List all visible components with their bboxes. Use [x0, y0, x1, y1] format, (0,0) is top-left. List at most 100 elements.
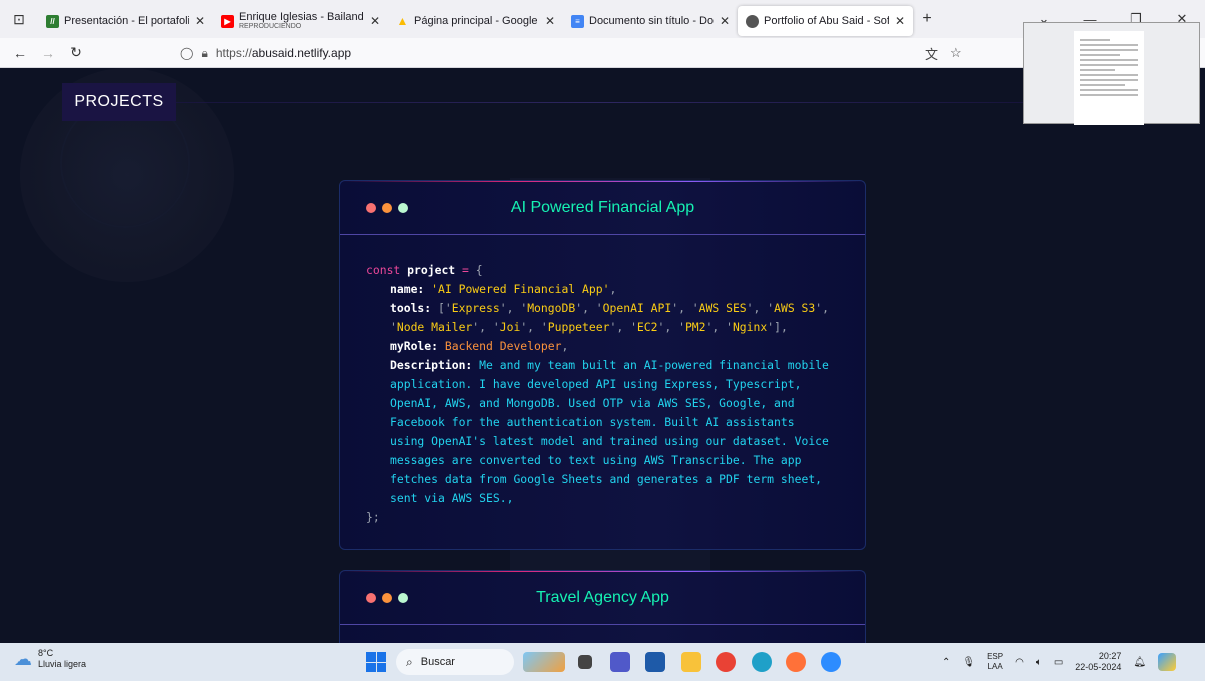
clock-time: 20:27	[1098, 651, 1122, 661]
url-bar-actions: 文 ☆	[925, 38, 962, 68]
bookmark-star-icon[interactable]: ☆	[950, 45, 962, 61]
widgets-icon[interactable]	[523, 652, 565, 672]
project-card-header: Travel Agency App	[340, 571, 865, 625]
code-line-close: };	[366, 510, 380, 524]
description-text: OpenAI, AWS, and MongoDB. Used OTP via A…	[390, 396, 795, 410]
document-thumbnail	[1074, 31, 1144, 125]
url-scheme: https://	[215, 46, 252, 60]
weather-temperature: 8°C	[38, 648, 54, 658]
doc-line	[1080, 49, 1138, 51]
system-tray: ⌃ 🎙︎ ESP LAA ◠ 🔈︎ ▭ 20:27 22-05-2024 🔔︎	[942, 643, 1177, 681]
windows-start-icon[interactable]	[366, 652, 386, 672]
browser-tab-youtube[interactable]: ▶ Enrique Iglesias - Bailando ft. S REPR…	[213, 6, 388, 36]
shield-icon[interactable]: ◯	[180, 46, 193, 60]
tab-close-icon[interactable]: ✕	[720, 14, 730, 28]
code-key: tools:	[390, 301, 432, 315]
forward-arrow-icon[interactable]: →	[34, 45, 62, 61]
tab-title: Página principal - Google Drive	[414, 15, 539, 27]
tool-item: Puppeteer	[547, 320, 610, 334]
copilot-icon[interactable]	[1158, 653, 1177, 671]
code-variable: project	[407, 263, 456, 277]
doc-line	[1080, 44, 1138, 46]
browser-tab-google-docs[interactable]: ≡ Documento sin título - Docume ✕	[563, 6, 738, 36]
code-role: Backend Developer	[444, 339, 562, 353]
browser-tab-presentacion[interactable]: // Presentación - El portafolio de ✕	[38, 6, 213, 36]
doc-line	[1080, 79, 1138, 81]
code-line-tools-1: tools: ['Express', 'MongoDB', 'OpenAI AP…	[390, 301, 829, 315]
taskbar-search-box[interactable]: ⌕ Buscar	[396, 649, 514, 675]
picture-in-picture-preview[interactable]	[1023, 22, 1200, 125]
microsoft-store-icon[interactable]	[645, 652, 665, 672]
language-code: ESP	[987, 652, 1004, 661]
search-icon: ⌕	[406, 654, 413, 669]
file-explorer-icon[interactable]	[681, 652, 701, 672]
lock-icon[interactable]: 🔒︎	[201, 46, 207, 61]
presentation-favicon-icon: //	[46, 14, 59, 28]
doc-line	[1080, 59, 1138, 61]
doc-line	[1080, 84, 1125, 86]
doc-line	[1080, 39, 1110, 41]
browser-tab-portfolio[interactable]: Portfolio of Abu Said - Softwar ✕	[738, 6, 913, 36]
project-card: AI Powered Financial App const project =…	[339, 180, 866, 550]
tool-item: AWS SES	[698, 301, 747, 315]
language-indicator[interactable]: ESP LAA	[987, 652, 1003, 672]
description-text: fetches data from Google Sheets and gene…	[390, 472, 823, 486]
tab-title: Documento sin título - Docume	[589, 15, 714, 27]
project-title: Travel Agency App	[536, 588, 669, 606]
translate-icon[interactable]: 文	[925, 44, 938, 63]
clock[interactable]: 20:27 22-05-2024	[1075, 651, 1121, 673]
url-bar[interactable]: ◯ 🔒︎ https://abusaid.netlify.app	[180, 38, 351, 68]
edge-icon[interactable]	[752, 652, 772, 672]
teams-icon[interactable]	[610, 652, 630, 672]
search-placeholder: Buscar	[420, 656, 455, 668]
reload-icon[interactable]: ↻	[62, 44, 90, 61]
notification-bell-icon[interactable]: 🔔︎	[1133, 657, 1146, 668]
code-line-description: Description: Me and my team built an AI-…	[366, 356, 865, 375]
code-string: 'AI Powered Financial App'	[431, 282, 610, 296]
back-arrow-icon[interactable]: ←	[6, 45, 34, 61]
tab-close-icon[interactable]: ✕	[895, 14, 905, 28]
windows-taskbar: ☁ 8°C Lluvia ligera ⌕ Buscar ⌃ 🎙︎ ESP LA…	[0, 643, 1205, 681]
keyboard-layout: LAA	[987, 662, 1003, 671]
volume-icon[interactable]: 🔈︎	[1036, 657, 1042, 668]
tab-close-icon[interactable]: ✕	[370, 14, 380, 28]
tab-close-icon[interactable]: ✕	[195, 14, 205, 28]
code-line-tools-2: 'Node Mailer', 'Joi', 'Puppeteer', 'EC2'…	[390, 320, 788, 334]
code-key: name:	[390, 282, 425, 296]
task-view-icon[interactable]	[578, 655, 592, 669]
description-text: application. I have developed API using …	[390, 377, 802, 391]
firefox-icon[interactable]	[786, 652, 806, 672]
battery-icon[interactable]: ▭	[1054, 657, 1063, 668]
tool-item: OpenAI API	[602, 301, 672, 315]
tab-close-icon[interactable]: ✕	[545, 14, 555, 28]
code-keyword: const	[366, 263, 401, 277]
tab-title: Enrique Iglesias - Bailando ft. S REPROD…	[239, 11, 364, 31]
microphone-icon[interactable]: 🎙︎	[962, 657, 975, 668]
code-key: Description:	[390, 358, 473, 372]
tool-item: Joi	[499, 320, 521, 334]
google-drive-favicon-icon: ▲	[396, 14, 409, 28]
tab-title-text: Enrique Iglesias - Bailando ft. S	[239, 11, 364, 23]
tool-item: Nginx	[732, 320, 768, 334]
description-text: sent via AWS SES.,	[390, 491, 514, 505]
new-tab-button[interactable]: +	[913, 10, 941, 28]
tool-item: PM2	[684, 320, 706, 334]
portfolio-favicon-icon	[746, 14, 759, 28]
youtube-favicon-icon: ▶	[221, 14, 234, 28]
description-text: messages are converted to text using AWS…	[390, 453, 802, 467]
rain-cloud-icon: ☁	[14, 648, 32, 669]
weather-widget[interactable]: ☁ 8°C Lluvia ligera	[14, 648, 86, 670]
code-line-name: name: 'AI Powered Financial App',	[390, 282, 617, 296]
description-text: Me and my team built an AI-powered finan…	[479, 358, 829, 372]
zoom-icon[interactable]	[821, 652, 841, 672]
description-text: Facebook for the authentication system. …	[390, 415, 795, 429]
google-docs-favicon-icon: ≡	[571, 14, 584, 28]
project-card-header: AI Powered Financial App	[340, 181, 865, 235]
chrome-icon[interactable]	[716, 652, 736, 672]
browser-tab-google-drive[interactable]: ▲ Página principal - Google Drive ✕	[388, 6, 563, 36]
project-title: AI Powered Financial App	[510, 198, 695, 216]
chevron-up-icon[interactable]: ⌃	[942, 657, 950, 668]
tab-list-icon[interactable]: ⊡	[0, 0, 38, 38]
tab-subtitle: REPRODUCIENDO	[239, 23, 302, 30]
wifi-icon[interactable]: ◠	[1015, 657, 1024, 668]
